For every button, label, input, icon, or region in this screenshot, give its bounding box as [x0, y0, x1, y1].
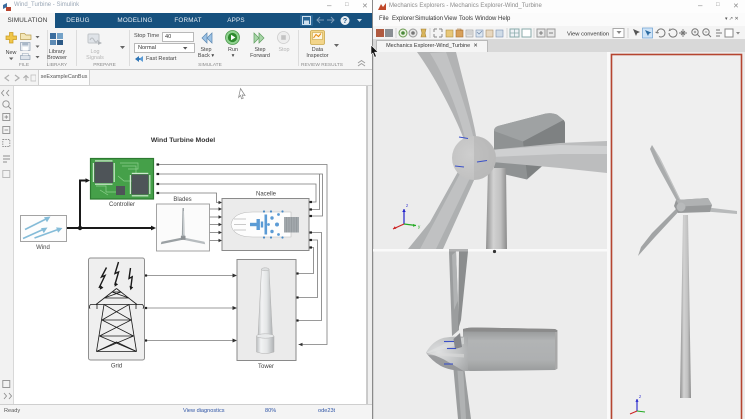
svg-text:New: New — [6, 50, 17, 56]
svg-text:Grid: Grid — [111, 364, 122, 370]
svg-text:Tower: Tower — [258, 364, 274, 370]
svg-text:Nacelle: Nacelle — [256, 192, 277, 198]
svg-text:?: ? — [343, 18, 347, 25]
svg-text:Controller: Controller — [109, 202, 135, 208]
svg-text:View convention: View convention — [567, 32, 609, 38]
svg-text:Blades: Blades — [173, 197, 191, 203]
svg-text:Wind: Wind — [36, 245, 50, 251]
svg-text:Wind Turbine Model: Wind Turbine Model — [151, 137, 215, 144]
